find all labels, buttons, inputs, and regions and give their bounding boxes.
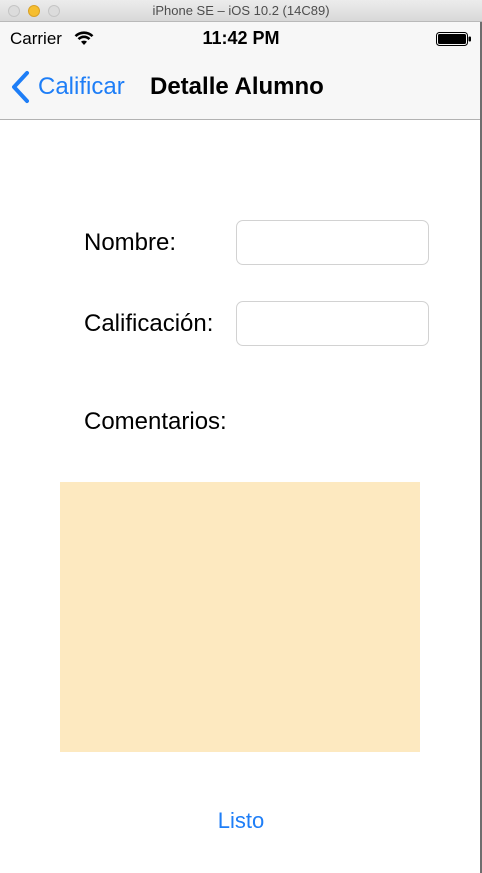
nombre-field[interactable]	[236, 220, 429, 265]
back-button-label: Calificar	[38, 73, 125, 100]
nombre-label: Nombre:	[84, 229, 177, 256]
battery-icon	[436, 32, 471, 46]
simulator-window: iPhone SE – iOS 10.2 (14C89) Carrier 11:…	[0, 0, 482, 873]
calificacion-field[interactable]	[236, 301, 429, 346]
status-bar: Carrier 11:42 PM	[0, 22, 482, 56]
done-button[interactable]: Listo	[0, 808, 482, 834]
comentarios-label: Comentarios:	[84, 408, 227, 435]
status-time: 11:42 PM	[202, 28, 280, 48]
page-title: Detalle Alumno	[150, 73, 324, 100]
window-title: iPhone SE – iOS 10.2 (14C89)	[152, 3, 330, 18]
calificacion-label: Calificación:	[84, 310, 214, 337]
navigation-bar: Calificar Detalle Alumno	[0, 56, 482, 120]
comentarios-textarea[interactable]	[60, 482, 420, 752]
chevron-left-icon	[12, 71, 29, 103]
window-titlebar: iPhone SE – iOS 10.2 (14C89)	[0, 0, 482, 22]
back-button[interactable]: Calificar	[10, 70, 125, 104]
